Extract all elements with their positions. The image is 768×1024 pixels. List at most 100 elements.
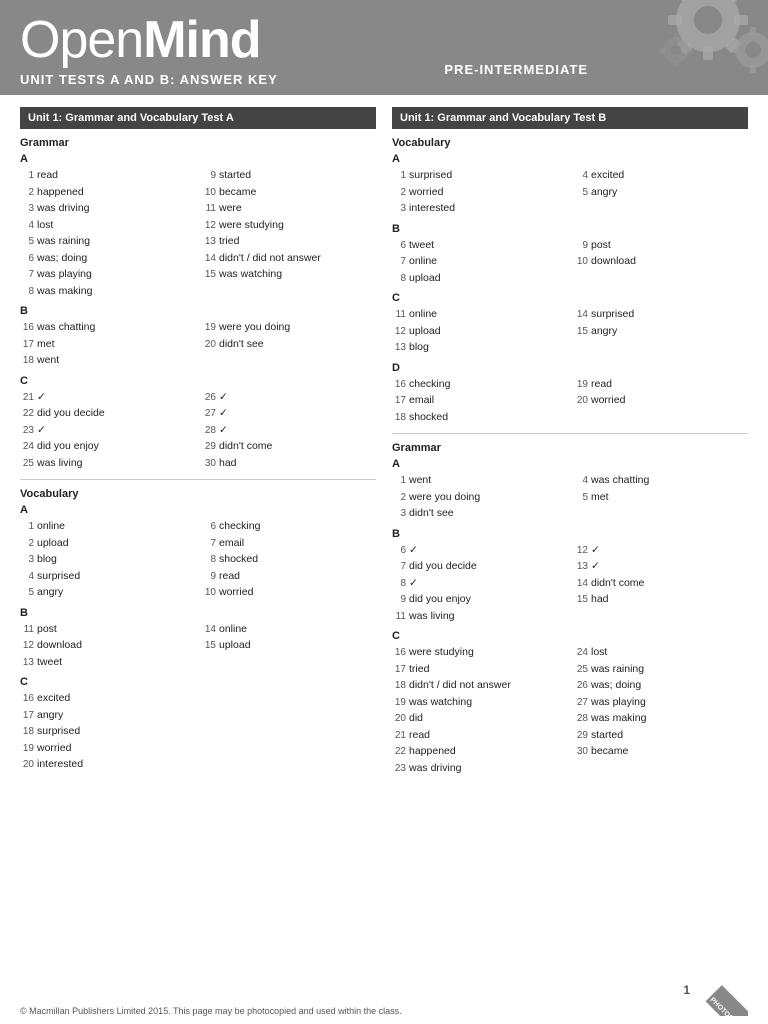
- answer-val: did you enjoy: [37, 438, 99, 454]
- grammar-b-sectionB-left: 6✓7did you decide8✓9did you enjoy11was l…: [392, 542, 566, 625]
- answer-item: 3didn't see: [392, 505, 566, 522]
- answer-item: 16were studying: [392, 644, 566, 661]
- answer-item: 2happened: [20, 184, 194, 201]
- footer: © Macmillan Publishers Limited 2015. Thi…: [0, 964, 768, 1016]
- answer-item: 16excited: [20, 690, 376, 707]
- grammar-b-sectionC-left: 16were studying17tried18didn't / did not…: [392, 644, 566, 776]
- answer-item: 10worried: [202, 584, 376, 601]
- answer-item: 2worried: [392, 184, 566, 201]
- answer-num: 29: [574, 728, 588, 744]
- answer-val: did you decide: [37, 405, 105, 421]
- answer-num: 27: [574, 695, 588, 711]
- answer-val: read: [219, 568, 240, 584]
- answer-num: 6: [392, 238, 406, 254]
- answer-num: 12: [574, 543, 588, 559]
- answer-num: 21: [20, 390, 34, 406]
- answer-val: had: [591, 591, 609, 607]
- answer-val: had: [219, 455, 237, 471]
- answer-num: 25: [20, 456, 34, 472]
- answer-item: 1read: [20, 167, 194, 184]
- answer-num: 1: [392, 473, 406, 489]
- answer-val: shocked: [219, 551, 258, 567]
- answer-val: online: [409, 253, 437, 269]
- answer-val: became: [219, 184, 256, 200]
- answer-num: 19: [574, 377, 588, 393]
- answer-val: surprised: [409, 167, 452, 183]
- test-b-header: Unit 1: Grammar and Vocabulary Test B: [392, 107, 748, 129]
- answer-num: 20: [20, 757, 34, 773]
- footer-copyright: © Macmillan Publishers Limited 2015. Thi…: [20, 1006, 402, 1016]
- answer-item: 11were: [202, 200, 376, 217]
- vocab-a-sectionC-answers: 16excited17angry18surprised19worried20in…: [20, 690, 376, 773]
- answer-num: 12: [392, 324, 406, 340]
- answer-val: happened: [37, 184, 84, 200]
- answer-num: 9: [202, 168, 216, 184]
- answer-num: 7: [20, 267, 34, 283]
- answer-val: checking: [219, 518, 260, 534]
- grammar-a-sectionA-left: 1read2happened3was driving4lost5was rain…: [20, 167, 194, 299]
- answer-val: was living: [37, 455, 83, 471]
- answer-item: 9post: [574, 237, 748, 254]
- answer-val: excited: [37, 690, 70, 706]
- answer-num: 19: [202, 320, 216, 336]
- answer-item: 13tried: [202, 233, 376, 250]
- answer-num: 17: [392, 393, 406, 409]
- answer-item: 5angry: [574, 184, 748, 201]
- answer-item: 9did you enjoy: [392, 591, 566, 608]
- grammar-b-section-c-label: C: [392, 630, 748, 642]
- answer-val: read: [409, 727, 430, 743]
- answer-num: 8: [20, 284, 34, 300]
- answer-num: 4: [574, 168, 588, 184]
- grammar-a-sectionB-right: 19were you doing20didn't see: [202, 319, 376, 369]
- answer-num: 23: [392, 761, 406, 777]
- answer-item: 27✓: [202, 405, 376, 422]
- answer-item: 8shocked: [202, 551, 376, 568]
- answer-num: 27: [202, 406, 216, 422]
- answer-val: became: [591, 743, 628, 759]
- answer-num: 10: [202, 185, 216, 201]
- answer-item: 13✓: [574, 558, 748, 575]
- answer-num: 16: [392, 645, 406, 661]
- answer-item: 20did: [392, 710, 566, 727]
- answer-item: 2were you doing: [392, 489, 566, 506]
- answer-item: 22happened: [392, 743, 566, 760]
- answer-num: 3: [20, 552, 34, 568]
- answer-num: 8: [392, 271, 406, 287]
- vocab-b-sectionD-left: 16checking17email18shocked: [392, 376, 566, 426]
- answer-item: 14didn't come: [574, 575, 748, 592]
- answer-num: 9: [574, 238, 588, 254]
- answer-item: 25was living: [20, 455, 194, 472]
- answer-val: email: [219, 535, 244, 551]
- answer-val: post: [591, 237, 611, 253]
- vocab-a-sectionB-answers: 11post12download13tweet 14online15upload: [20, 621, 376, 671]
- answer-num: 19: [20, 741, 34, 757]
- answer-num: 20: [392, 711, 406, 727]
- answer-item: 12download: [20, 637, 194, 654]
- answer-val: surprised: [37, 723, 80, 739]
- grammar-a-sectionB-left: 16was chatting17met18went: [20, 319, 194, 369]
- answer-item: 17tried: [392, 661, 566, 678]
- answer-item: 18shocked: [392, 409, 566, 426]
- answer-item: 15was watching: [202, 266, 376, 283]
- answer-num: 11: [202, 201, 216, 217]
- answer-val: was making: [37, 283, 92, 299]
- answer-item: 30had: [202, 455, 376, 472]
- answer-num: 14: [574, 307, 588, 323]
- answer-val: were studying: [219, 217, 284, 233]
- answer-val: email: [409, 392, 434, 408]
- answer-val: download: [37, 637, 82, 653]
- answer-val: angry: [591, 323, 617, 339]
- answer-num: 15: [202, 267, 216, 283]
- grammar-b-sectionA-left: 1went2were you doing3didn't see: [392, 472, 566, 522]
- answer-val: was driving: [409, 760, 462, 776]
- answer-item: 20didn't see: [202, 336, 376, 353]
- answer-item: 11post: [20, 621, 194, 638]
- grammar-label-b: Grammar: [392, 442, 748, 454]
- answer-val: didn't come: [219, 438, 272, 454]
- answer-val: happened: [409, 743, 456, 759]
- answer-val: was making: [591, 710, 646, 726]
- answer-num: 30: [202, 456, 216, 472]
- answer-num: 21: [392, 728, 406, 744]
- answer-num: 13: [202, 234, 216, 250]
- answer-item: 14didn't / did not answer: [202, 250, 376, 267]
